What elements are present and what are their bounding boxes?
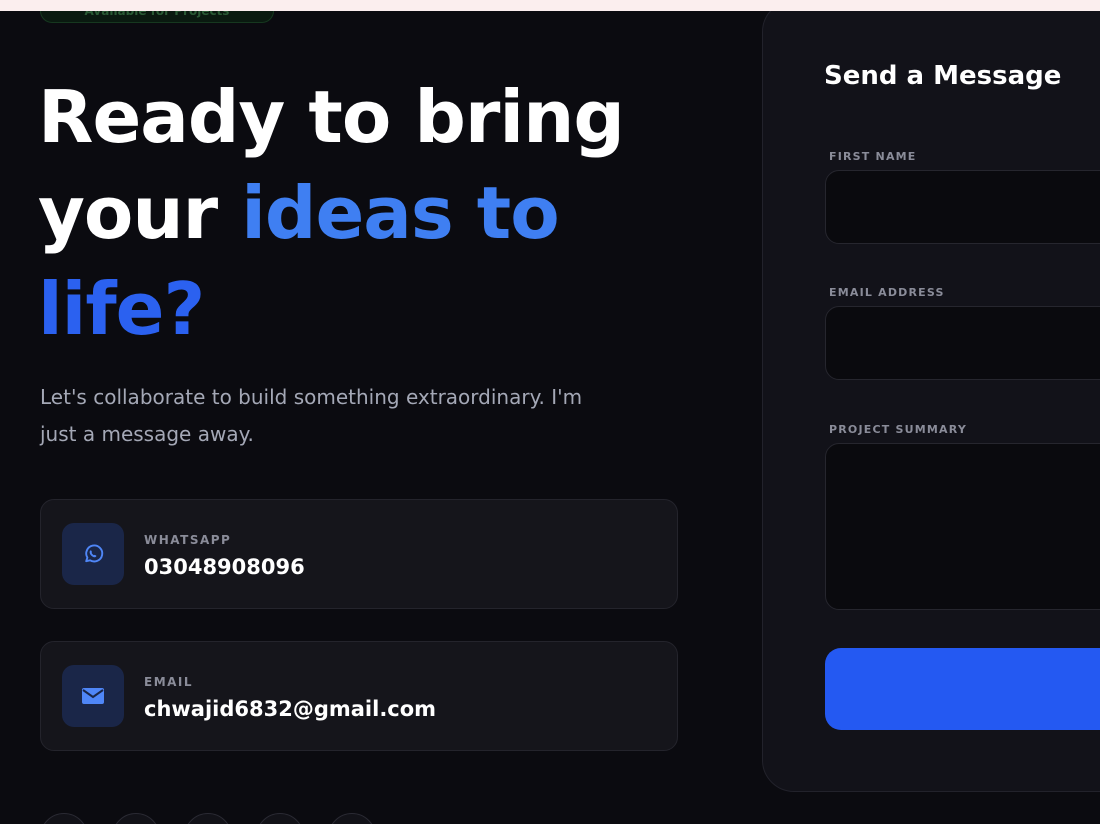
project-summary-textarea[interactable] (825, 443, 1100, 610)
message-form: Send a Message FIRST NAME EMAIL ADDRESS … (762, 11, 1100, 792)
contact-section: Available for Projects Ready to bring you… (0, 11, 1100, 824)
hero-headline: Ready to bring your ideas to life? (38, 69, 678, 357)
headline-line-1: Ready to bring (38, 75, 625, 159)
whatsapp-icon (62, 523, 124, 585)
email-label: EMAIL (144, 675, 194, 689)
social-link-5[interactable] (328, 813, 376, 824)
social-link-1[interactable] (40, 813, 88, 824)
whatsapp-number[interactable]: 03048908096 (144, 555, 305, 579)
headline-accent-2: life? (38, 267, 205, 351)
email-contact-card[interactable]: EMAIL chwajid6832@gmail.com (40, 641, 678, 751)
whatsapp-label: WHATSAPP (144, 533, 232, 547)
first-name-input[interactable] (825, 170, 1100, 244)
headline-accent-1: ideas to (241, 171, 559, 255)
social-link-3[interactable] (184, 813, 232, 824)
email-address-input[interactable] (825, 306, 1100, 380)
hero-subtitle: Let's collaborate to build something ext… (40, 385, 583, 446)
social-link-2[interactable] (112, 813, 160, 824)
form-title: Send a Message (824, 61, 1062, 91)
browser-top-strip (0, 0, 1100, 11)
mail-icon (62, 665, 124, 727)
project-summary-label: PROJECT SUMMARY (829, 423, 967, 436)
email-address[interactable]: chwajid6832@gmail.com (144, 697, 436, 721)
availability-badge: Available for Projects (40, 11, 274, 23)
email-address-label: EMAIL ADDRESS (829, 286, 945, 299)
whatsapp-contact-card[interactable]: WHATSAPP 03048908096 (40, 499, 678, 609)
first-name-label: FIRST NAME (829, 150, 917, 163)
send-message-button[interactable] (825, 648, 1100, 730)
social-links (40, 813, 376, 824)
social-link-4[interactable] (256, 813, 304, 824)
headline-line-2-start: your (38, 171, 218, 255)
